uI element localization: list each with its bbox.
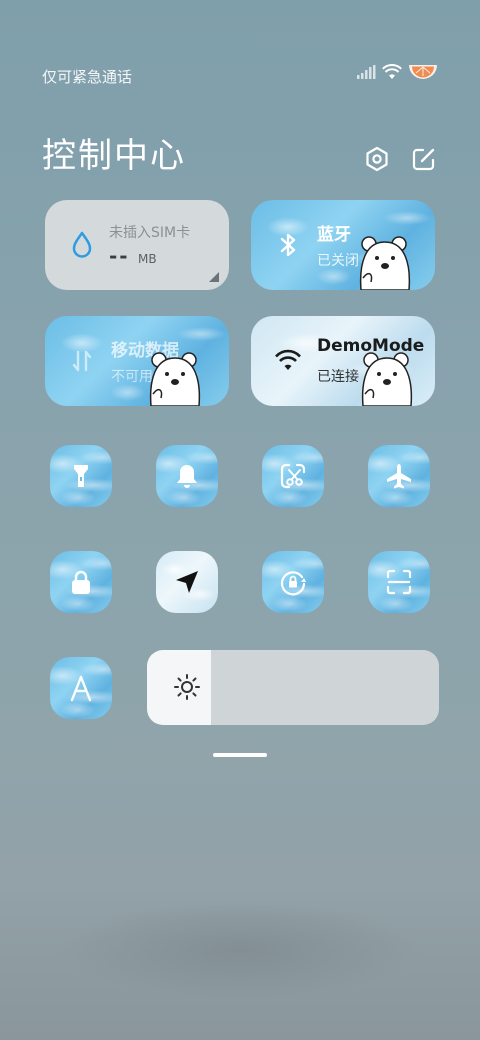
lock-screen-toggle[interactable] bbox=[50, 551, 112, 613]
bluetooth-status: 已关闭 bbox=[317, 253, 359, 269]
bear-sticker-icon bbox=[361, 352, 413, 406]
mobile-data-tile[interactable]: 移动数据 不可用 bbox=[45, 316, 229, 406]
wifi-status: 已连接 bbox=[317, 369, 359, 385]
background-shadow bbox=[60, 900, 420, 1000]
location-toggle[interactable] bbox=[156, 551, 218, 613]
signal-icon bbox=[357, 65, 376, 79]
scan-icon bbox=[386, 569, 412, 595]
auto-brightness-toggle[interactable] bbox=[50, 657, 112, 719]
lock-icon bbox=[72, 570, 90, 594]
water-drop-icon bbox=[72, 231, 92, 258]
data-usage-tile[interactable]: 未插入SIM卡 -- MB bbox=[45, 200, 229, 290]
bluetooth-icon bbox=[280, 233, 296, 257]
rotation-lock-toggle[interactable] bbox=[262, 551, 324, 613]
airplane-mode-toggle[interactable] bbox=[368, 445, 430, 507]
bear-sticker-icon bbox=[359, 236, 411, 290]
battery-icon bbox=[409, 65, 437, 79]
drag-handle[interactable] bbox=[213, 753, 267, 757]
wifi-tile[interactable]: DemoMode 已连接 bbox=[251, 316, 435, 406]
wifi-icon bbox=[382, 64, 402, 79]
bell-icon bbox=[177, 465, 197, 488]
airplane-icon bbox=[387, 464, 411, 489]
sim-status-label: 未插入SIM卡 bbox=[109, 225, 191, 241]
location-arrow-icon bbox=[176, 571, 198, 593]
mobile-data-icon bbox=[72, 350, 92, 372]
letter-a-icon bbox=[70, 675, 92, 702]
expand-corner-icon bbox=[209, 272, 219, 282]
bluetooth-label: 蓝牙 bbox=[317, 225, 351, 245]
data-usage-value: -- bbox=[109, 244, 130, 268]
data-usage-unit: MB bbox=[138, 252, 157, 266]
flashlight-toggle[interactable] bbox=[50, 445, 112, 507]
bear-sticker-icon bbox=[149, 352, 201, 406]
ringer-toggle[interactable] bbox=[156, 445, 218, 507]
flashlight-icon bbox=[74, 465, 88, 487]
page-title: 控制中心 bbox=[42, 136, 186, 176]
edit-icon[interactable] bbox=[410, 145, 438, 173]
rotation-lock-icon bbox=[280, 571, 306, 596]
settings-icon[interactable] bbox=[363, 145, 391, 173]
status-bar: 仅可紧急通话 bbox=[0, 64, 480, 88]
sun-icon bbox=[174, 674, 200, 700]
brightness-slider[interactable] bbox=[147, 650, 439, 725]
bluetooth-tile[interactable]: 蓝牙 已关闭 bbox=[251, 200, 435, 290]
wifi-icon bbox=[275, 349, 301, 370]
scanner-toggle[interactable] bbox=[368, 551, 430, 613]
screenshot-icon bbox=[280, 463, 306, 489]
status-icons bbox=[356, 64, 438, 80]
carrier-text: 仅可紧急通话 bbox=[42, 68, 133, 86]
screenshot-toggle[interactable] bbox=[262, 445, 324, 507]
